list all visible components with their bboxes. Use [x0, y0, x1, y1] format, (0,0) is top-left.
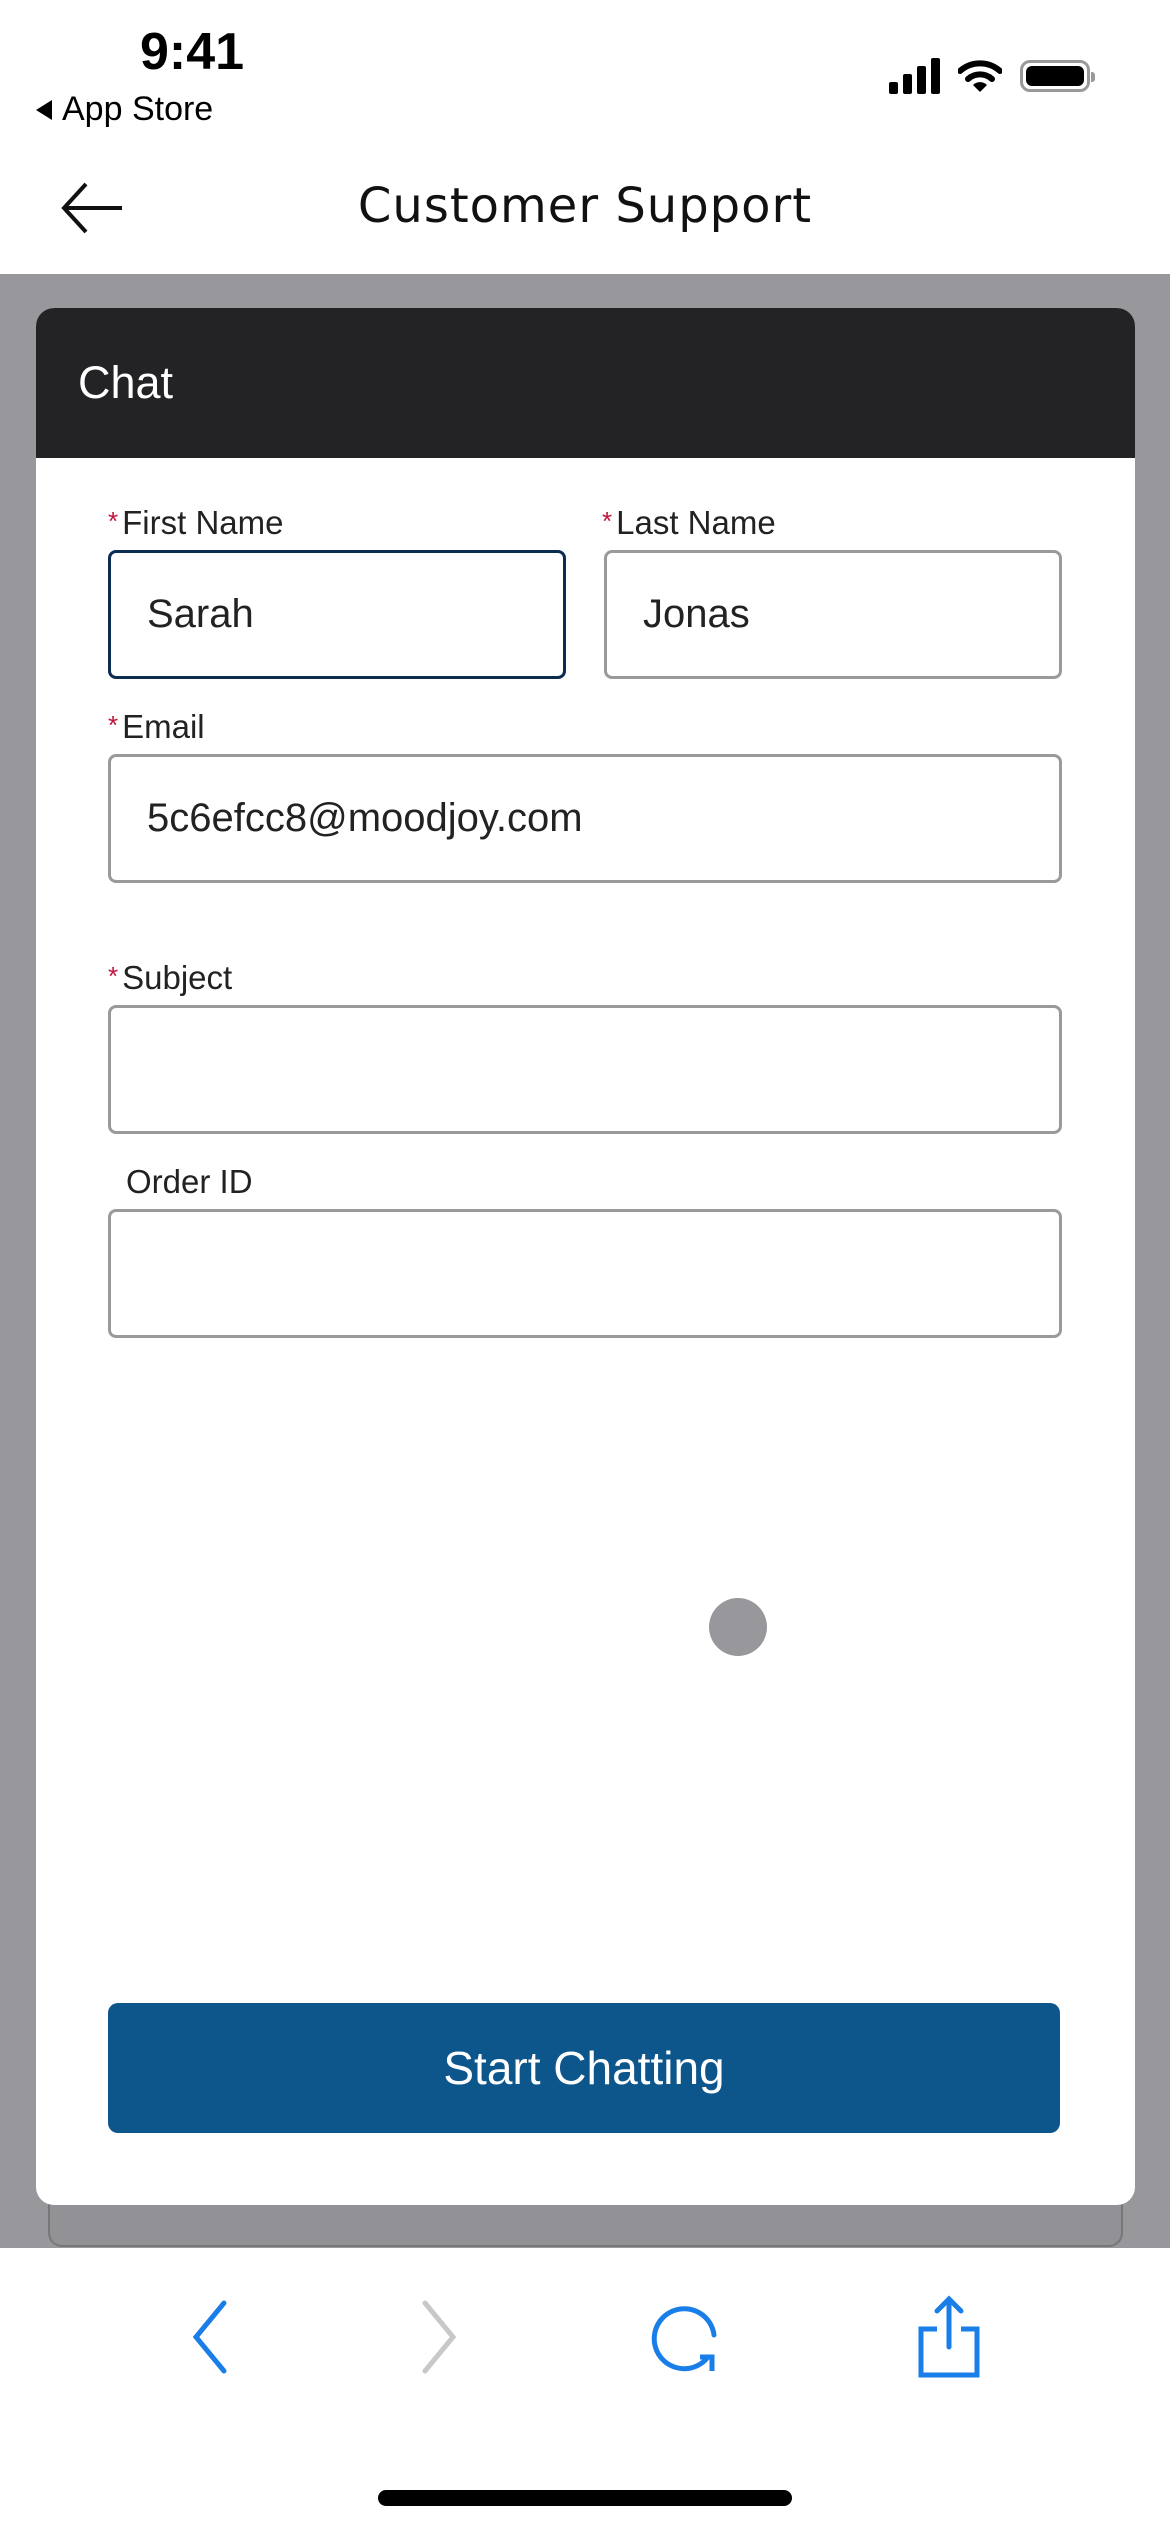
last-name-label: * Last Name: [602, 504, 776, 542]
chevron-right-icon[interactable]: [397, 2295, 481, 2379]
chat-form-card: Chat * First Name Sarah * Last Name Jonas …: [36, 308, 1135, 2205]
order-id-input[interactable]: [108, 1209, 1062, 1338]
battery-icon: [1020, 60, 1095, 92]
home-indicator: [378, 2490, 792, 2506]
back-to-app-link[interactable]: App Store: [36, 90, 213, 129]
status-icons: [889, 58, 1095, 94]
first-name-input[interactable]: Sarah: [108, 550, 566, 679]
first-name-label: * First Name: [108, 504, 283, 542]
wifi-icon: [958, 60, 1002, 92]
reload-icon[interactable]: [646, 2295, 730, 2379]
back-app-label: App Store: [62, 90, 214, 128]
email-label: * Email: [108, 708, 205, 746]
order-id-label: Order ID: [126, 1163, 253, 1200]
status-time: 9:41: [140, 23, 245, 81]
loading-indicator: [709, 1598, 767, 1656]
required-marker: *: [108, 710, 119, 740]
share-icon[interactable]: [907, 2295, 991, 2379]
last-name-input[interactable]: Jonas: [604, 550, 1062, 679]
chevron-left-icon[interactable]: [168, 2295, 252, 2379]
first-name-label-text: First Name: [122, 504, 284, 541]
chat-header: Chat: [36, 308, 1135, 458]
page-title: Customer Support: [357, 178, 813, 234]
subject-input[interactable]: [108, 1005, 1062, 1134]
subject-label: * Subject: [108, 959, 232, 997]
subject-label-text: Subject: [122, 959, 233, 996]
required-marker: *: [602, 506, 613, 536]
back-triangle-icon: [36, 99, 52, 120]
start-chatting-button[interactable]: Start Chatting: [108, 2003, 1060, 2133]
cellular-signal-icon: [889, 58, 940, 94]
required-marker: *: [108, 961, 119, 991]
email-label-text: Email: [122, 708, 205, 745]
email-input[interactable]: 5c6efcc8@moodjoy.com: [108, 754, 1062, 883]
required-marker: *: [108, 506, 119, 536]
last-name-label-text: Last Name: [616, 504, 776, 541]
